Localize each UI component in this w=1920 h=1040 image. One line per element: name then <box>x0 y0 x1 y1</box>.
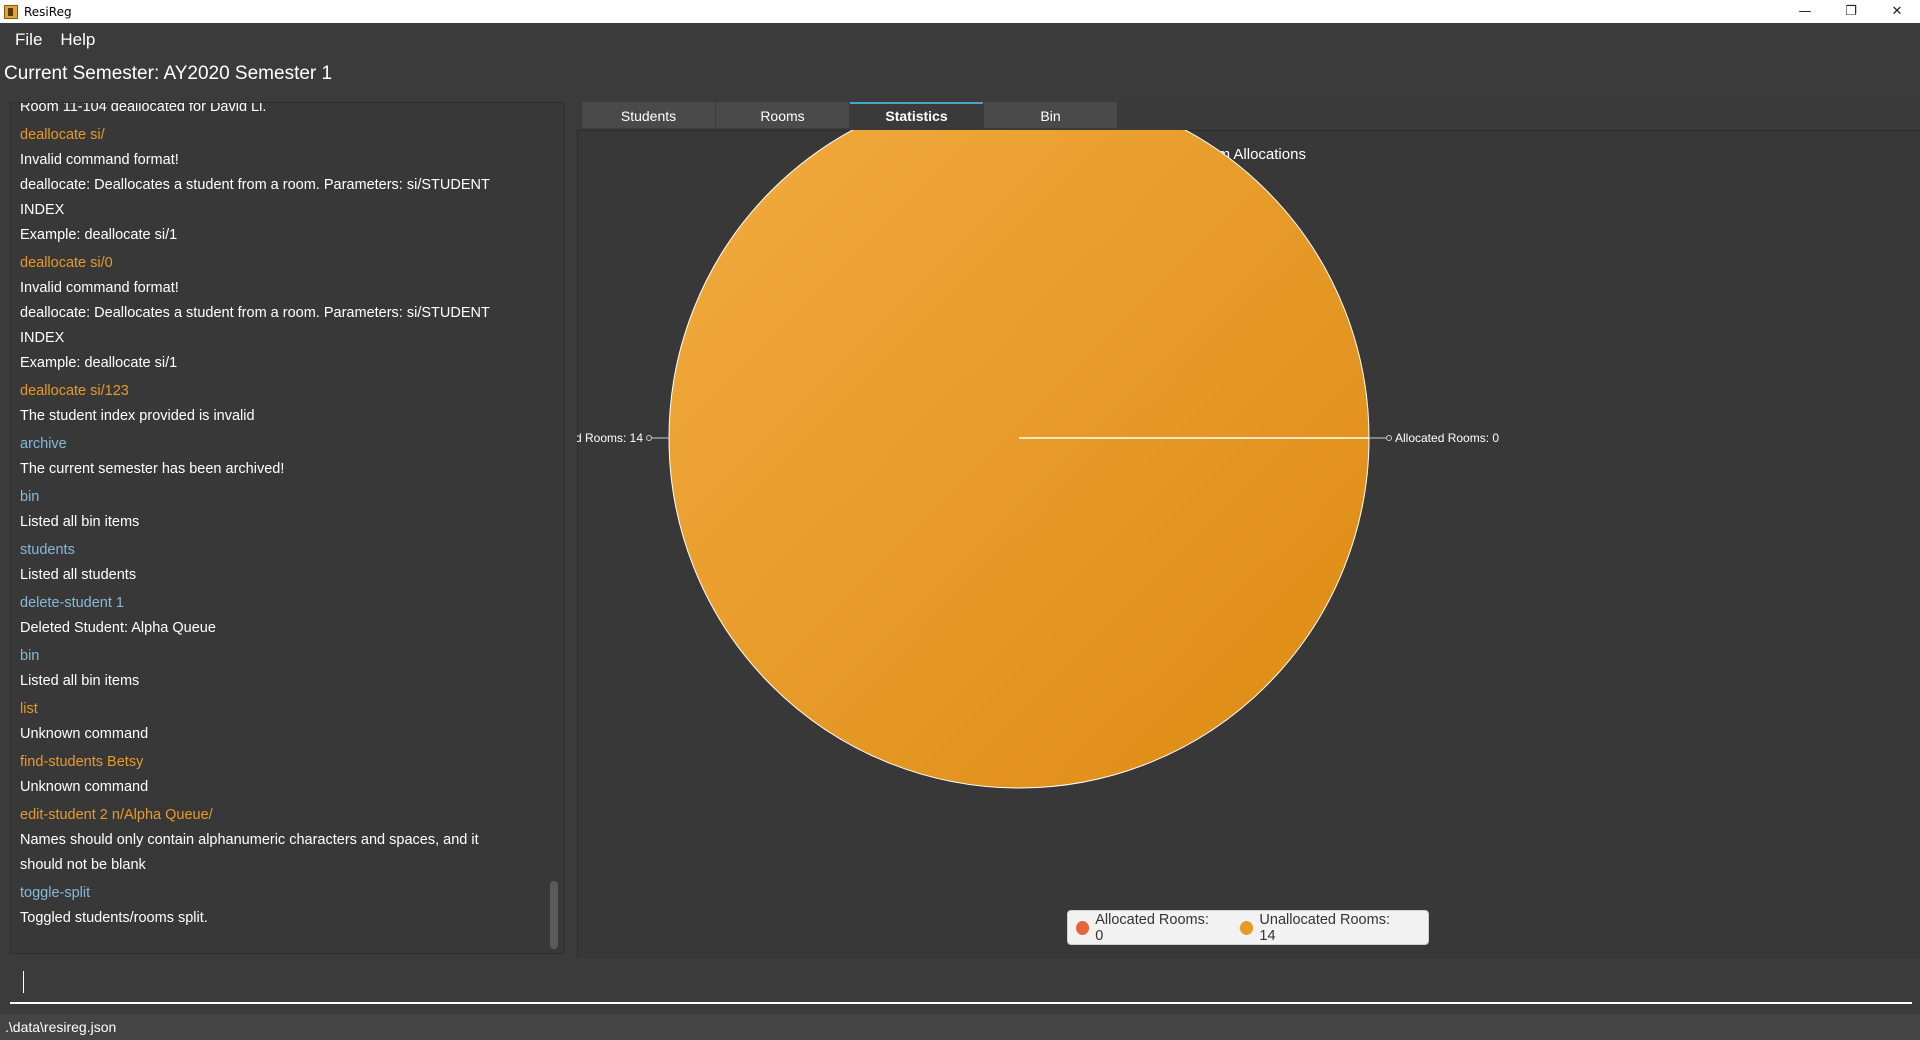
tab-students[interactable]: Students <box>582 102 715 128</box>
pie-slice-unallocated-rooms <box>668 130 1370 789</box>
tab-statistics[interactable]: Statistics <box>850 102 983 128</box>
window-controls: — ❐ ✕ <box>1782 0 1920 23</box>
result-command-line: students <box>20 542 75 558</box>
result-command-line: edit-student 2 n/Alpha Queue/ <box>20 807 213 823</box>
result-command-line: bin <box>20 489 40 505</box>
result-command-line: deallocate si/0 <box>20 255 113 271</box>
result-output-line: Listed all bin items <box>20 673 140 689</box>
result-output-line: Deleted Student: Alpha Queue <box>20 620 216 636</box>
legend-dot-allocated <box>1076 920 1090 935</box>
menu-bar: File Help <box>0 23 1920 57</box>
legend-item-unallocated: Unallocated Rooms: 14 <box>1240 912 1402 944</box>
pie-label-marker <box>646 435 652 441</box>
resireg-window: ResiReg — ❐ ✕ File Help Current Semester… <box>0 0 1920 1040</box>
window-title: ResiReg <box>24 4 72 19</box>
result-command-line: bin <box>20 648 40 664</box>
result-output-line: Toggled students/rooms split. <box>20 910 208 926</box>
current-semester-label: Current Semester: AY2020 Semester 1 <box>4 63 333 84</box>
legend-label-allocated: Allocated Rooms: 0 <box>1095 911 1209 944</box>
result-command-line: list <box>20 701 38 717</box>
command-input[interactable] <box>10 960 1912 1004</box>
result-output-line: Example: deallocate si/1 <box>20 355 178 371</box>
result-output-line: Invalid command format! <box>20 280 179 296</box>
result-output-line: The student index provided is invalid <box>20 408 255 424</box>
result-output-line: INDEX <box>20 202 65 218</box>
menu-file[interactable]: File <box>6 30 51 50</box>
result-output-line: deallocate: Deallocates a student from a… <box>20 177 490 193</box>
status-bar: .\data\resireg.json <box>0 1014 1920 1040</box>
menu-help[interactable]: Help <box>51 30 104 50</box>
result-output-line: INDEX <box>20 330 65 346</box>
pie-data-label: Unallocated Rooms: 14 <box>577 431 643 445</box>
result-output-line: deallocate: Deallocates a student from a… <box>20 305 490 321</box>
result-output-line: Example: deallocate si/1 <box>20 227 178 243</box>
minimize-button[interactable]: — <box>1782 0 1828 23</box>
result-output-line: Room 11-104 deallocated for David Li. <box>20 102 267 115</box>
legend-dot-unallocated <box>1240 920 1254 935</box>
legend-item-allocated: Allocated Rooms: 0 <box>1076 912 1214 944</box>
result-command-line: delete-student 1 <box>20 595 124 611</box>
result-output-line: Unknown command <box>20 726 149 742</box>
result-display-panel[interactable]: Room 11-104 deallocated for David Li. dea… <box>10 102 565 954</box>
restore-button[interactable]: ❐ <box>1828 0 1874 23</box>
room-allocation-pie-chart: Allocated Rooms: 0 Unallocated Rooms: 14 <box>577 130 1499 789</box>
legend-label-unallocated: Unallocated Rooms: 14 <box>1259 911 1390 944</box>
text-caret <box>23 971 24 993</box>
result-command-line: deallocate si/123 <box>20 383 129 399</box>
result-command-line: archive <box>20 436 67 452</box>
result-output-line: Unknown command <box>20 779 149 795</box>
chart-legend: Allocated Rooms: 0 Unallocated Rooms: 14 <box>1067 910 1429 945</box>
result-output-line: Listed all bin items <box>20 514 140 530</box>
result-output-line: should not be blank <box>20 857 146 873</box>
result-output-line: The current semester has been archived! <box>20 461 285 477</box>
result-output-line: Listed all students <box>20 567 137 583</box>
result-log: Room 11-104 deallocated for David Li. dea… <box>20 103 540 931</box>
result-command-line: toggle-split <box>20 885 91 901</box>
result-output-line: Invalid command format! <box>20 152 179 168</box>
close-button[interactable]: ✕ <box>1874 0 1920 23</box>
app-icon <box>4 4 18 19</box>
pie-data-label: Allocated Rooms: 0 <box>1395 431 1499 445</box>
result-scrollbar[interactable] <box>550 881 558 949</box>
result-command-line: deallocate si/ <box>20 127 105 143</box>
title-bar: ResiReg — ❐ ✕ <box>0 0 1920 23</box>
data-file-path: .\data\resireg.json <box>5 1019 117 1035</box>
tab-rooms[interactable]: Rooms <box>716 102 849 128</box>
result-command-line: find-students Betsy <box>20 754 144 770</box>
tab-bin[interactable]: Bin <box>984 102 1117 128</box>
tab-bar: Students Rooms Statistics Bin <box>582 102 1118 130</box>
result-output-line: Names should only contain alphanumeric c… <box>20 832 479 848</box>
pie-label-marker <box>1386 435 1392 441</box>
